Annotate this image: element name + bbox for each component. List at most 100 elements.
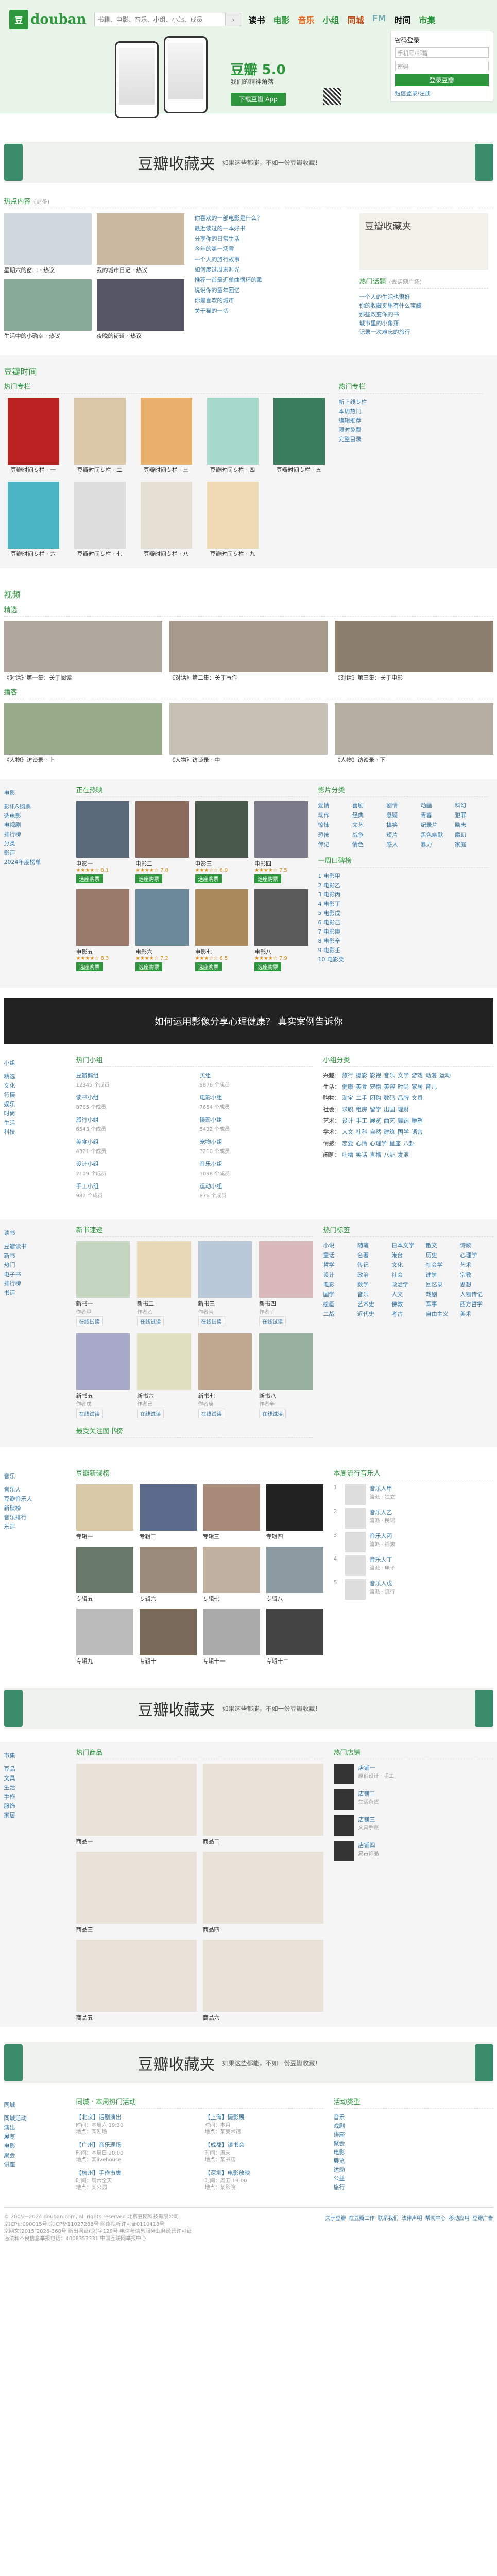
event-nav-item[interactable]: 讲座: [4, 2160, 66, 2170]
goods-card[interactable]: 商品三: [76, 1852, 197, 1934]
topic-item[interactable]: 城市里的小角落: [359, 319, 488, 328]
artist-avatar[interactable]: [345, 1555, 366, 1576]
album-card[interactable]: 专辑三: [202, 1484, 260, 1540]
read-tag[interactable]: 电影: [323, 1280, 356, 1289]
read-tag[interactable]: 小说: [323, 1241, 356, 1250]
promo-banner-2[interactable]: 豆瓣收藏夹 如果这些都能，不如一份豆瓣收藏！: [4, 1688, 493, 1729]
event-title[interactable]: 【成都】读书会: [205, 2141, 323, 2149]
movie-card[interactable]: 电影七 ★★★☆☆ 6.5 选座购票: [195, 889, 248, 971]
event-item[interactable]: 【深圳】电影放映 时间：周五 19:00 地点：某影院: [205, 2168, 323, 2191]
read-button[interactable]: 在线试读: [198, 1409, 225, 1418]
category-tag[interactable]: 八卦: [403, 1140, 415, 1147]
shop-logo[interactable]: [333, 1815, 354, 1836]
movie-tag[interactable]: 惊悚: [318, 821, 351, 829]
event-type[interactable]: 运动: [334, 2165, 493, 2174]
footer-link[interactable]: 联系我们: [378, 2216, 399, 2222]
category-tag[interactable]: 出国: [384, 1106, 395, 1113]
album-card[interactable]: 专辑一: [76, 1484, 133, 1540]
book-card[interactable]: 新书一 作者甲 在线试读: [76, 1241, 130, 1326]
read-tag[interactable]: 社会: [391, 1270, 424, 1279]
rank-item[interactable]: 10 电影癸: [318, 955, 488, 964]
event-title[interactable]: 【广州】音乐现场: [76, 2141, 195, 2149]
shop-logo[interactable]: [333, 1764, 354, 1784]
book-card[interactable]: 新书五 作者戊 在线试读: [76, 1333, 130, 1418]
side-item[interactable]: 限时免费: [339, 426, 483, 435]
group-item-name[interactable]: 音乐小组: [200, 1160, 313, 1168]
nav-group[interactable]: 小组: [323, 13, 339, 26]
artist-avatar[interactable]: [345, 1579, 366, 1600]
book-card[interactable]: 豆瓣时间专栏 · 九: [203, 482, 262, 558]
nav-market[interactable]: 市集: [419, 13, 435, 26]
goods-card[interactable]: 商品五: [76, 1940, 197, 2022]
artist-name[interactable]: 音乐人丁: [370, 1555, 396, 1564]
album-card[interactable]: 专辑五: [76, 1547, 133, 1603]
music-nav-item[interactable]: 音乐排行: [4, 1513, 66, 1522]
list-item[interactable]: 今年的第一场雪: [195, 244, 349, 255]
category-tag[interactable]: 美容: [384, 1083, 395, 1090]
group-nav-item[interactable]: 文化: [4, 1081, 66, 1091]
event-type[interactable]: 音乐: [334, 2113, 493, 2122]
music-chart-item[interactable]: 1 音乐人甲 流派 · 独立: [334, 1484, 493, 1505]
category-tag[interactable]: 雕塑: [412, 1117, 423, 1124]
album-title[interactable]: 专辑六: [140, 1595, 197, 1603]
movie-nav-item[interactable]: 分类: [4, 839, 66, 849]
movie-tag[interactable]: 动画: [421, 801, 454, 810]
hot-image[interactable]: [4, 279, 92, 331]
footer-link[interactable]: 豆瓣广告: [473, 2216, 493, 2222]
image-caption[interactable]: 星期六的窗口 · 热议: [4, 267, 92, 274]
movie-tag[interactable]: 搞笑: [386, 821, 419, 829]
movie-tag[interactable]: 传记: [318, 840, 351, 849]
album-card[interactable]: 专辑六: [139, 1547, 197, 1603]
movie-tag[interactable]: 科幻: [455, 801, 488, 810]
group-item-name[interactable]: 豆瓣鹅组: [76, 1071, 190, 1079]
category-tag[interactable]: 笑话: [356, 1151, 367, 1158]
read-nav-item[interactable]: 书评: [4, 1289, 66, 1298]
category-tag[interactable]: 手工: [356, 1117, 367, 1124]
event-item[interactable]: 【上海】摄影展 时间：本月 地点：某美术馆: [205, 2113, 323, 2136]
event-type[interactable]: 电影: [334, 2148, 493, 2157]
hot-image[interactable]: [96, 213, 184, 265]
movie-tag[interactable]: 恐怖: [318, 831, 351, 839]
movie-tag[interactable]: 家庭: [455, 840, 488, 849]
category-tag[interactable]: 星座: [389, 1140, 401, 1147]
goods-card[interactable]: 商品一: [76, 1764, 197, 1845]
book-card[interactable]: 新书七 作者庚 在线试读: [198, 1333, 252, 1418]
book-card[interactable]: 新书三 作者丙 在线试读: [198, 1241, 252, 1326]
event-title[interactable]: 【杭州】手作市集: [76, 2168, 195, 2177]
album-title[interactable]: 专辑二: [140, 1532, 197, 1540]
movie-tag[interactable]: 情色: [352, 840, 385, 849]
list-item[interactable]: 关于猫的一切: [195, 306, 349, 316]
read-nav-item[interactable]: 电子书: [4, 1270, 66, 1279]
video-card[interactable]: 《人物》访谈录 · 中: [169, 703, 328, 764]
footer-link[interactable]: 关于豆瓣: [325, 2216, 346, 2222]
side-item[interactable]: 完整目录: [339, 435, 483, 444]
read-tag[interactable]: 名著: [357, 1251, 390, 1260]
read-tag[interactable]: 历史: [426, 1251, 459, 1260]
album-title[interactable]: 专辑八: [266, 1595, 323, 1603]
book-cover[interactable]: [76, 1333, 130, 1390]
category-tag[interactable]: 二手: [356, 1095, 367, 1101]
album-cover[interactable]: [266, 1547, 323, 1593]
shop-name[interactable]: 店铺一: [358, 1764, 395, 1772]
artist-avatar[interactable]: [345, 1532, 366, 1552]
image-caption[interactable]: 生活中的小确幸 · 热议: [4, 333, 92, 340]
category-tag[interactable]: 数码: [384, 1095, 395, 1101]
market-nav-item[interactable]: 豆品: [4, 1765, 66, 1774]
book-cover[interactable]: [259, 1333, 313, 1390]
category-tag[interactable]: 摄影: [356, 1072, 367, 1079]
movie-tag[interactable]: 文艺: [352, 821, 385, 829]
music-nav-item[interactable]: 乐评: [4, 1522, 66, 1532]
album-cover[interactable]: [139, 1609, 197, 1655]
topic-item[interactable]: 记录一次难忘的旅行: [359, 328, 488, 336]
book-cover[interactable]: [76, 1241, 130, 1298]
read-tag[interactable]: 政治学: [391, 1280, 424, 1289]
list-item[interactable]: 一个人的旅行故事: [195, 255, 349, 265]
album-title[interactable]: 专辑一: [76, 1532, 133, 1540]
category-tag[interactable]: 自然: [370, 1129, 381, 1136]
goods-image[interactable]: [76, 1764, 197, 1836]
category-tag[interactable]: 理财: [398, 1106, 409, 1113]
shop-item[interactable]: 店铺三 文具手账: [333, 1815, 493, 1836]
movie-card[interactable]: 电影一 ★★★★☆ 8.1 选座购票: [76, 801, 129, 883]
event-nav-item[interactable]: 电影: [4, 2142, 66, 2151]
read-button[interactable]: 在线试读: [76, 1316, 103, 1326]
